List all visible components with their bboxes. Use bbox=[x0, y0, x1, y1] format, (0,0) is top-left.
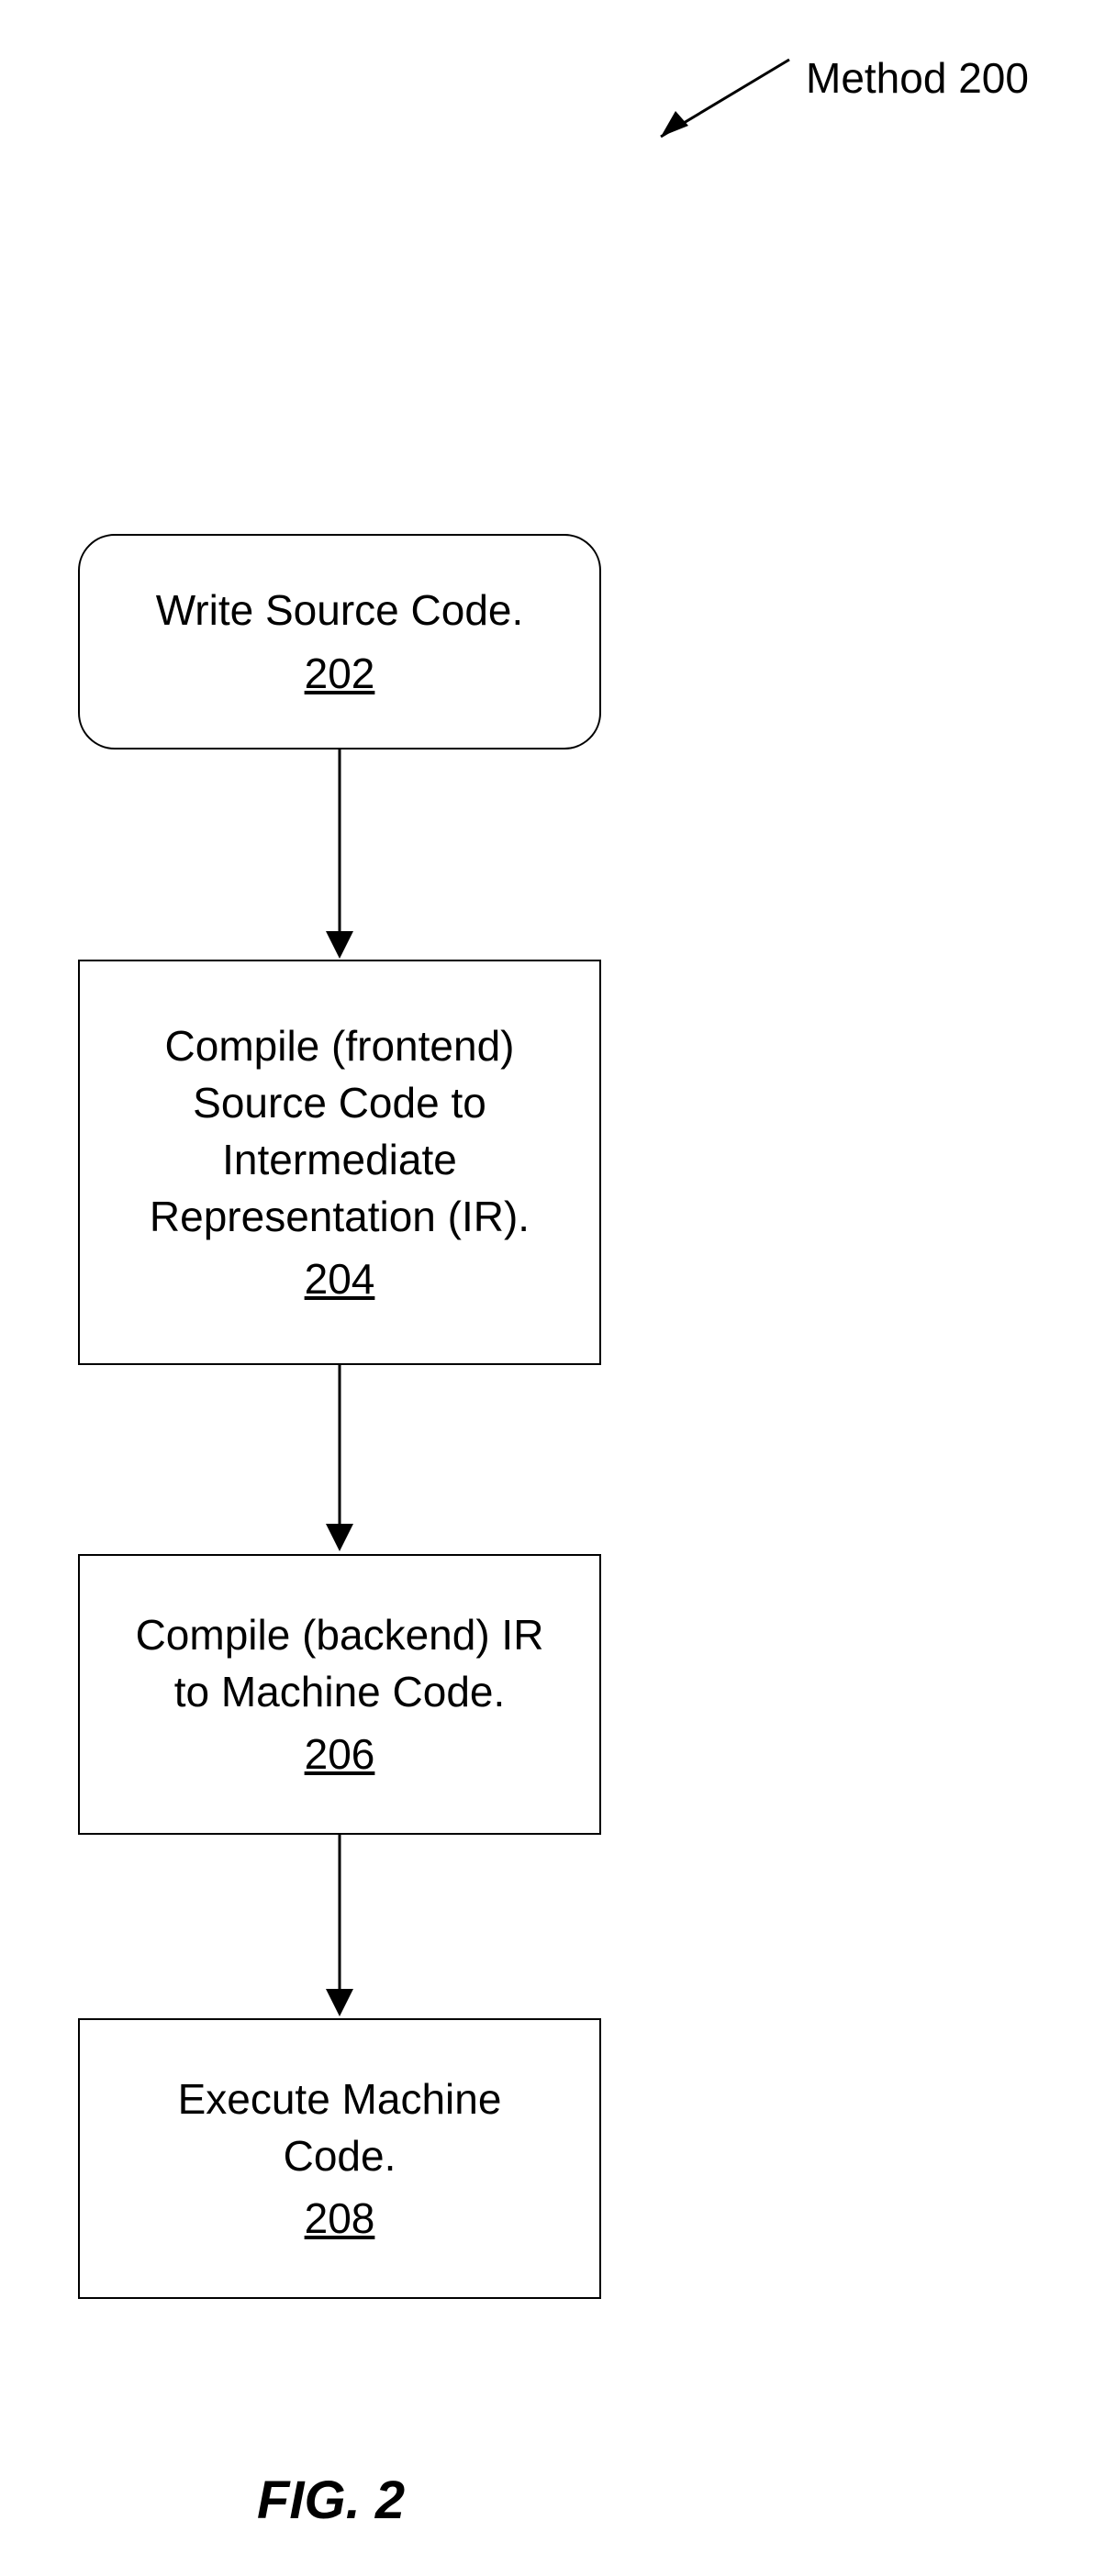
arrow-202-to-204 bbox=[326, 749, 353, 960]
step-ref: 202 bbox=[98, 645, 581, 702]
step-line: Compile (frontend) bbox=[98, 1017, 581, 1074]
step-write-source: Write Source Code. 202 bbox=[78, 534, 601, 749]
step-label: Write Source Code. bbox=[98, 582, 581, 638]
pointer-arrow-icon bbox=[633, 50, 798, 151]
step-ref: 206 bbox=[98, 1726, 581, 1782]
step-line: Compile (backend) IR bbox=[98, 1606, 581, 1663]
step-execute: Execute Machine Code. 208 bbox=[78, 2018, 601, 2299]
step-line: Source Code to bbox=[98, 1074, 581, 1131]
step-line: Representation (IR). bbox=[98, 1188, 581, 1245]
step-compile-backend: Compile (backend) IR to Machine Code. 20… bbox=[78, 1554, 601, 1835]
step-line: to Machine Code. bbox=[98, 1663, 581, 1720]
step-compile-frontend: Compile (frontend) Source Code to Interm… bbox=[78, 960, 601, 1365]
figure-caption: FIG. 2 bbox=[257, 2470, 405, 2531]
step-line: Execute Machine bbox=[98, 2071, 581, 2127]
step-ref: 204 bbox=[98, 1250, 581, 1307]
step-line: Code. bbox=[98, 2127, 581, 2184]
arrow-206-to-208 bbox=[326, 1835, 353, 2018]
method-label: Method 200 bbox=[806, 53, 1029, 103]
flowchart-canvas: Method 200 Write Source Code. 202 Compil… bbox=[0, 0, 1094, 2576]
step-ref: 208 bbox=[98, 2190, 581, 2247]
arrow-204-to-206 bbox=[326, 1365, 353, 1553]
step-line: Intermediate bbox=[98, 1131, 581, 1188]
